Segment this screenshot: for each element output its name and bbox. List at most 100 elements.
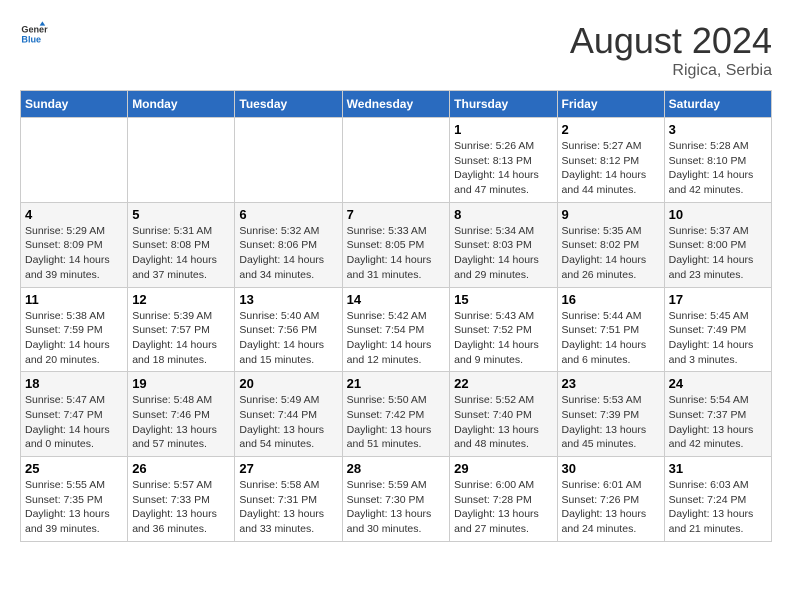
calendar-cell [21, 118, 128, 203]
day-info: Sunrise: 5:48 AMSunset: 7:46 PMDaylight:… [132, 393, 230, 452]
calendar-cell [235, 118, 342, 203]
calendar-cell: 11 Sunrise: 5:38 AMSunset: 7:59 PMDayligh… [21, 287, 128, 372]
calendar-header-sunday: Sunday [21, 91, 128, 118]
day-number: 31 [669, 461, 767, 476]
calendar-cell: 12Sunrise: 5:39 AMSunset: 7:57 PMDayligh… [128, 287, 235, 372]
calendar-table: SundayMondayTuesdayWednesdayThursdayFrid… [20, 90, 772, 542]
day-info: Sunrise: 5:31 AMSunset: 8:08 PMDaylight:… [132, 224, 230, 283]
calendar-cell: 9Sunrise: 5:35 AMSunset: 8:02 PMDaylight… [557, 202, 664, 287]
calendar-cell: 27 Sunrise: 5:58 AMSunset: 7:31 PMDayligh… [235, 457, 342, 542]
day-info: Sunrise: 5:38 AMSunset: 7:59 PMDaylight:… [25, 309, 123, 368]
calendar-week-row: 11 Sunrise: 5:38 AMSunset: 7:59 PMDayligh… [21, 287, 772, 372]
calendar-header-saturday: Saturday [664, 91, 771, 118]
calendar-cell: 25Sunrise: 5:55 AMSunset: 7:35 PMDayligh… [21, 457, 128, 542]
day-number: 16 [562, 292, 660, 307]
calendar-cell: 13 Sunrise: 5:40 AMSunset: 7:56 PMDayligh… [235, 287, 342, 372]
page-header: General Blue August 2024 Rigica, Serbia [20, 20, 772, 80]
day-number: 15 [454, 292, 552, 307]
day-info: Sunrise: 5:45 AMSunset: 7:49 PMDaylight:… [669, 309, 767, 368]
calendar-cell: 2 Sunrise: 5:27 AMSunset: 8:12 PMDaylight… [557, 118, 664, 203]
title-block: August 2024 Rigica, Serbia [570, 20, 772, 80]
calendar-header-thursday: Thursday [450, 91, 557, 118]
day-number: 17 [669, 292, 767, 307]
calendar-cell: 22Sunrise: 5:52 AMSunset: 7:40 PMDayligh… [450, 372, 557, 457]
day-info: Sunrise: 5:57 AMSunset: 7:33 PMDaylight:… [132, 478, 230, 537]
calendar-cell: 20 Sunrise: 5:49 AMSunset: 7:44 PMDayligh… [235, 372, 342, 457]
calendar-cell: 3Sunrise: 5:28 AMSunset: 8:10 PMDaylight… [664, 118, 771, 203]
calendar-cell: 28 Sunrise: 5:59 AMSunset: 7:30 PMDayligh… [342, 457, 450, 542]
month-year-title: August 2024 [570, 20, 772, 62]
day-info: Sunrise: 5:34 AMSunset: 8:03 PMDaylight:… [454, 224, 552, 283]
calendar-cell: 21 Sunrise: 5:50 AMSunset: 7:42 PMDayligh… [342, 372, 450, 457]
day-number: 29 [454, 461, 552, 476]
location-subtitle: Rigica, Serbia [570, 62, 772, 80]
day-number: 7 [347, 207, 446, 222]
day-number: 24 [669, 376, 767, 391]
day-number: 5 [132, 207, 230, 222]
day-number: 21 [347, 376, 446, 391]
calendar-week-row: 18Sunrise: 5:47 AMSunset: 7:47 PMDayligh… [21, 372, 772, 457]
logo-icon: General Blue [20, 20, 48, 48]
calendar-cell: 7 Sunrise: 5:33 AMSunset: 8:05 PMDaylight… [342, 202, 450, 287]
day-number: 10 [669, 207, 767, 222]
day-info: Sunrise: 5:28 AMSunset: 8:10 PMDaylight:… [669, 139, 767, 198]
day-number: 18 [25, 376, 123, 391]
day-number: 1 [454, 122, 552, 137]
day-info: Sunrise: 6:03 AMSunset: 7:24 PMDaylight:… [669, 478, 767, 537]
logo: General Blue [20, 20, 48, 48]
day-number: 26 [132, 461, 230, 476]
calendar-cell: 29 Sunrise: 6:00 AMSunset: 7:28 PMDayligh… [450, 457, 557, 542]
svg-text:General: General [21, 25, 48, 35]
calendar-cell: 8 Sunrise: 5:34 AMSunset: 8:03 PMDaylight… [450, 202, 557, 287]
day-info: Sunrise: 5:54 AMSunset: 7:37 PMDaylight:… [669, 393, 767, 452]
day-info: Sunrise: 5:33 AMSunset: 8:05 PMDaylight:… [347, 224, 446, 283]
calendar-header-wednesday: Wednesday [342, 91, 450, 118]
calendar-week-row: 4Sunrise: 5:29 AMSunset: 8:09 PMDaylight… [21, 202, 772, 287]
day-number: 22 [454, 376, 552, 391]
day-number: 12 [132, 292, 230, 307]
day-number: 27 [239, 461, 337, 476]
day-number: 4 [25, 207, 123, 222]
day-number: 13 [239, 292, 337, 307]
day-number: 6 [239, 207, 337, 222]
day-info: Sunrise: 5:26 AMSunset: 8:13 PMDaylight:… [454, 139, 552, 198]
calendar-header-monday: Monday [128, 91, 235, 118]
calendar-header-friday: Friday [557, 91, 664, 118]
calendar-cell: 15 Sunrise: 5:43 AMSunset: 7:52 PMDayligh… [450, 287, 557, 372]
day-info: Sunrise: 5:44 AMSunset: 7:51 PMDaylight:… [562, 309, 660, 368]
day-info: Sunrise: 5:43 AMSunset: 7:52 PMDaylight:… [454, 309, 552, 368]
calendar-cell: 24 Sunrise: 5:54 AMSunset: 7:37 PMDayligh… [664, 372, 771, 457]
day-info: Sunrise: 5:40 AMSunset: 7:56 PMDaylight:… [239, 309, 337, 368]
day-number: 30 [562, 461, 660, 476]
day-info: Sunrise: 5:37 AMSunset: 8:00 PMDaylight:… [669, 224, 767, 283]
day-number: 9 [562, 207, 660, 222]
day-info: Sunrise: 5:53 AMSunset: 7:39 PMDaylight:… [562, 393, 660, 452]
day-info: Sunrise: 5:27 AMSunset: 8:12 PMDaylight:… [562, 139, 660, 198]
calendar-cell: 10 Sunrise: 5:37 AMSunset: 8:00 PMDayligh… [664, 202, 771, 287]
day-number: 20 [239, 376, 337, 391]
svg-text:Blue: Blue [21, 34, 41, 44]
calendar-cell: 17 Sunrise: 5:45 AMSunset: 7:49 PMDayligh… [664, 287, 771, 372]
day-info: Sunrise: 5:59 AMSunset: 7:30 PMDaylight:… [347, 478, 446, 537]
day-info: Sunrise: 5:49 AMSunset: 7:44 PMDaylight:… [239, 393, 337, 452]
day-info: Sunrise: 6:01 AMSunset: 7:26 PMDaylight:… [562, 478, 660, 537]
day-number: 28 [347, 461, 446, 476]
calendar-cell: 14 Sunrise: 5:42 AMSunset: 7:54 PMDayligh… [342, 287, 450, 372]
calendar-header-row: SundayMondayTuesdayWednesdayThursdayFrid… [21, 91, 772, 118]
day-number: 23 [562, 376, 660, 391]
calendar-cell: 30 Sunrise: 6:01 AMSunset: 7:26 PMDayligh… [557, 457, 664, 542]
calendar-cell: 16 Sunrise: 5:44 AMSunset: 7:51 PMDayligh… [557, 287, 664, 372]
day-number: 11 [25, 292, 123, 307]
day-info: Sunrise: 5:50 AMSunset: 7:42 PMDaylight:… [347, 393, 446, 452]
day-info: Sunrise: 5:42 AMSunset: 7:54 PMDaylight:… [347, 309, 446, 368]
day-info: Sunrise: 5:58 AMSunset: 7:31 PMDaylight:… [239, 478, 337, 537]
calendar-cell: 5 Sunrise: 5:31 AMSunset: 8:08 PMDaylight… [128, 202, 235, 287]
calendar-cell: 4Sunrise: 5:29 AMSunset: 8:09 PMDaylight… [21, 202, 128, 287]
calendar-cell: 23 Sunrise: 5:53 AMSunset: 7:39 PMDayligh… [557, 372, 664, 457]
calendar-cell [342, 118, 450, 203]
day-number: 25 [25, 461, 123, 476]
day-info: Sunrise: 6:00 AMSunset: 7:28 PMDaylight:… [454, 478, 552, 537]
day-number: 2 [562, 122, 660, 137]
day-number: 8 [454, 207, 552, 222]
day-number: 14 [347, 292, 446, 307]
